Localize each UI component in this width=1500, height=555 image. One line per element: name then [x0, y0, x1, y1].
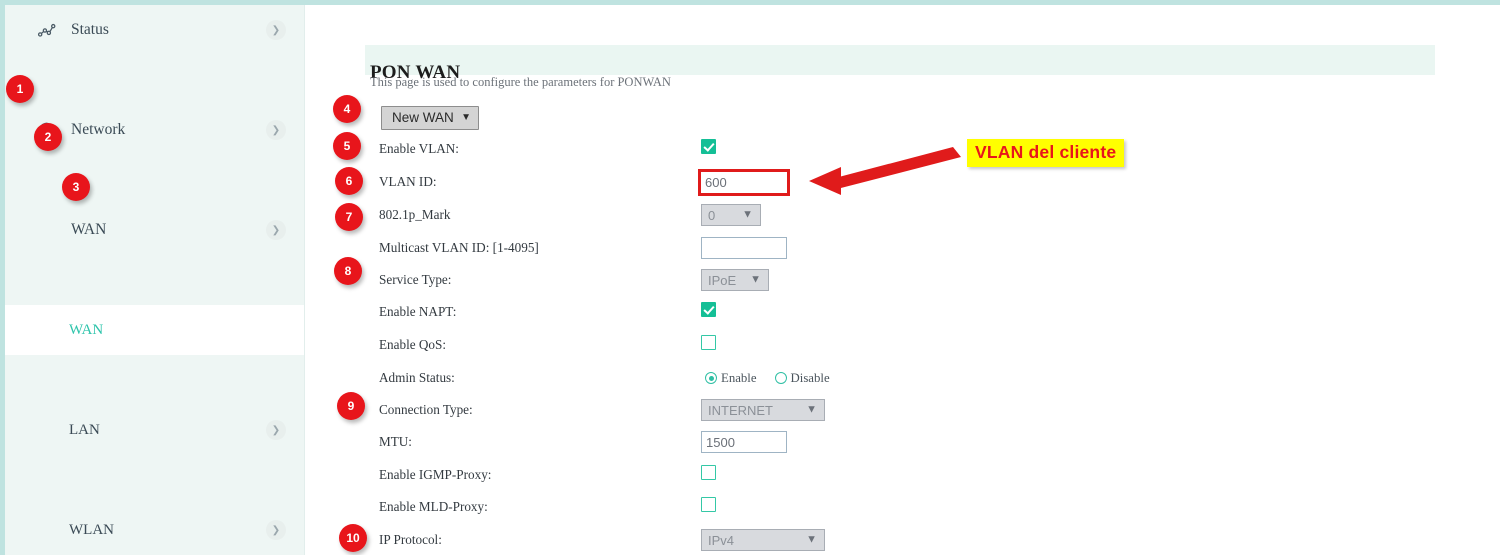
enable-qos-checkbox-wrap[interactable] [701, 335, 716, 355]
sidebar-item-wlan[interactable]: WLAN ❯ [5, 505, 304, 555]
annotation-badge-9: 9 [337, 392, 365, 420]
enable-napt-checkbox[interactable] [701, 302, 716, 318]
sidebar-item-label: Status [71, 21, 109, 38]
annotation-callout-vlan: VLAN del cliente [967, 139, 1125, 167]
connection-type-select-wrap[interactable]: INTERNET ▼ [701, 399, 825, 422]
annotation-badge-10: 10 [339, 524, 367, 552]
row-enable-igmp-proxy: Enable IGMP-Proxy: [305, 459, 1500, 492]
enable-vlan-checkbox[interactable] [701, 139, 716, 155]
mtu-label: MTU: [379, 434, 412, 450]
sidebar-item-status[interactable]: Status ❯ [5, 5, 304, 55]
service-type-select-wrap[interactable]: IPoE ▼ [701, 269, 769, 292]
title-band [365, 45, 1435, 75]
annotation-badge-4: 4 [333, 95, 361, 123]
service-type-select[interactable]: IPoE [701, 269, 769, 292]
row-enable-mld-proxy: Enable MLD-Proxy: [305, 491, 1500, 524]
enable-qos-label: Enable QoS: [379, 337, 447, 353]
row-enable-napt: Enable NAPT: [305, 296, 1500, 329]
admin-status-radio-group[interactable]: Enable Disable [705, 371, 830, 386]
row-vlan-id: VLAN ID: [305, 166, 1500, 199]
enable-vlan-checkbox-wrap[interactable] [701, 139, 716, 159]
sidebar-item-label: LAN [69, 421, 100, 438]
page-subtitle: This page is used to configure the param… [370, 75, 671, 89]
chevron-right-icon[interactable]: ❯ [266, 520, 286, 540]
enable-igmp-proxy-checkbox[interactable] [701, 465, 716, 481]
admin-status-disable-option[interactable]: Disable [774, 370, 830, 386]
multicast-vlan-id-input[interactable] [701, 237, 787, 260]
row-admin-status: Admin Status: Enable Disable [305, 362, 1500, 395]
mtu-input-wrap[interactable] [701, 431, 787, 454]
8021p-mark-select[interactable]: 0 [701, 204, 761, 227]
multicast-vlan-id-label: Multicast VLAN ID: [1-4095] [379, 240, 539, 256]
8021p-mark-select-wrap[interactable]: 0 ▼ [701, 204, 761, 227]
row-connection-type: Connection Type: INTERNET ▼ [305, 394, 1500, 427]
multicast-vlan-id-input-wrap[interactable] [701, 237, 787, 260]
sidebar-item-wan-group[interactable]: WAN ❯ [5, 205, 304, 255]
radio-unselected-icon[interactable] [774, 372, 787, 385]
row-service-type: Service Type: IPoE ▼ [305, 264, 1500, 297]
sidebar-item-label: WAN [71, 221, 107, 238]
enable-napt-checkbox-wrap[interactable] [701, 302, 716, 322]
mtu-input[interactable] [701, 431, 787, 454]
ip-protocol-label: IP Protocol: [379, 532, 442, 548]
row-8021p-mark: 802.1p_Mark 0 ▼ [305, 199, 1500, 232]
vlan-id-label: VLAN ID: [379, 174, 437, 190]
annotation-badge-2: 2 [34, 123, 62, 151]
service-type-label: Service Type: [379, 272, 452, 288]
enable-igmp-proxy-label: Enable IGMP-Proxy: [379, 467, 492, 483]
enable-mld-proxy-checkbox-wrap[interactable] [701, 497, 716, 517]
annotation-badge-3: 3 [62, 173, 90, 201]
sidebar-item-wan[interactable]: WAN [5, 305, 304, 355]
annotation-badge-8: 8 [334, 257, 362, 285]
chevron-down-icon[interactable]: ❯ [266, 120, 286, 140]
connection-type-label: Connection Type: [379, 402, 473, 418]
chevron-right-icon[interactable]: ❯ [266, 20, 286, 40]
connection-type-select[interactable]: INTERNET [701, 399, 825, 422]
8021p-mark-label: 802.1p_Mark [379, 207, 451, 223]
router-admin-window: Status ❯ Network ❯ WAN ❯ WAN LAN ❯ WLAN [0, 0, 1500, 555]
chevron-right-icon[interactable]: ❯ [266, 420, 286, 440]
sidebar-item-lan[interactable]: LAN ❯ [5, 405, 304, 455]
annotation-badge-1: 1 [6, 75, 34, 103]
radio-selected-icon[interactable] [705, 372, 717, 385]
enable-igmp-proxy-checkbox-wrap[interactable] [701, 465, 716, 485]
enable-napt-label: Enable NAPT: [379, 304, 457, 320]
row-mtu: MTU: [305, 426, 1500, 459]
activity-icon [35, 19, 57, 41]
spacer-icon [35, 219, 57, 241]
admin-status-enable-option[interactable]: Enable [705, 371, 757, 386]
admin-status-enable-label: Enable [721, 370, 757, 385]
main-content: PON WAN This page is used to configure t… [305, 5, 1500, 555]
row-multicast-vlan-id: Multicast VLAN ID: [1-4095] [305, 232, 1500, 265]
row-enable-qos: Enable QoS: [305, 329, 1500, 362]
annotation-badge-6: 6 [335, 167, 363, 195]
enable-qos-checkbox[interactable] [701, 335, 716, 351]
row-ip-protocol: IP Protocol: IPv4 ▼ [305, 524, 1500, 555]
sidebar-item-label: WAN [69, 321, 104, 338]
admin-status-disable-label: Disable [790, 370, 830, 385]
ip-protocol-select[interactable]: IPv4 [701, 529, 825, 552]
wan-instance-selector[interactable]: New WAN ▼ [381, 106, 479, 130]
annotation-badge-7: 7 [335, 203, 363, 231]
chevron-down-icon[interactable]: ❯ [266, 220, 286, 240]
admin-status-label: Admin Status: [379, 370, 455, 386]
sidebar-item-label: WLAN [69, 521, 114, 538]
annotation-badge-5: 5 [333, 132, 361, 160]
row-enable-vlan: Enable VLAN: [305, 133, 1500, 166]
wan-instance-select[interactable]: New WAN [381, 106, 479, 130]
vlan-id-input-wrap[interactable] [698, 168, 790, 196]
ip-protocol-select-wrap[interactable]: IPv4 ▼ [701, 529, 825, 552]
enable-vlan-label: Enable VLAN: [379, 141, 459, 157]
enable-mld-proxy-label: Enable MLD-Proxy: [379, 499, 488, 515]
sidebar-nav: Status ❯ Network ❯ WAN ❯ WAN LAN ❯ WLAN [5, 5, 305, 555]
sidebar-item-label: Network [71, 121, 126, 138]
enable-mld-proxy-checkbox[interactable] [701, 497, 716, 513]
vlan-id-input[interactable] [698, 168, 790, 196]
